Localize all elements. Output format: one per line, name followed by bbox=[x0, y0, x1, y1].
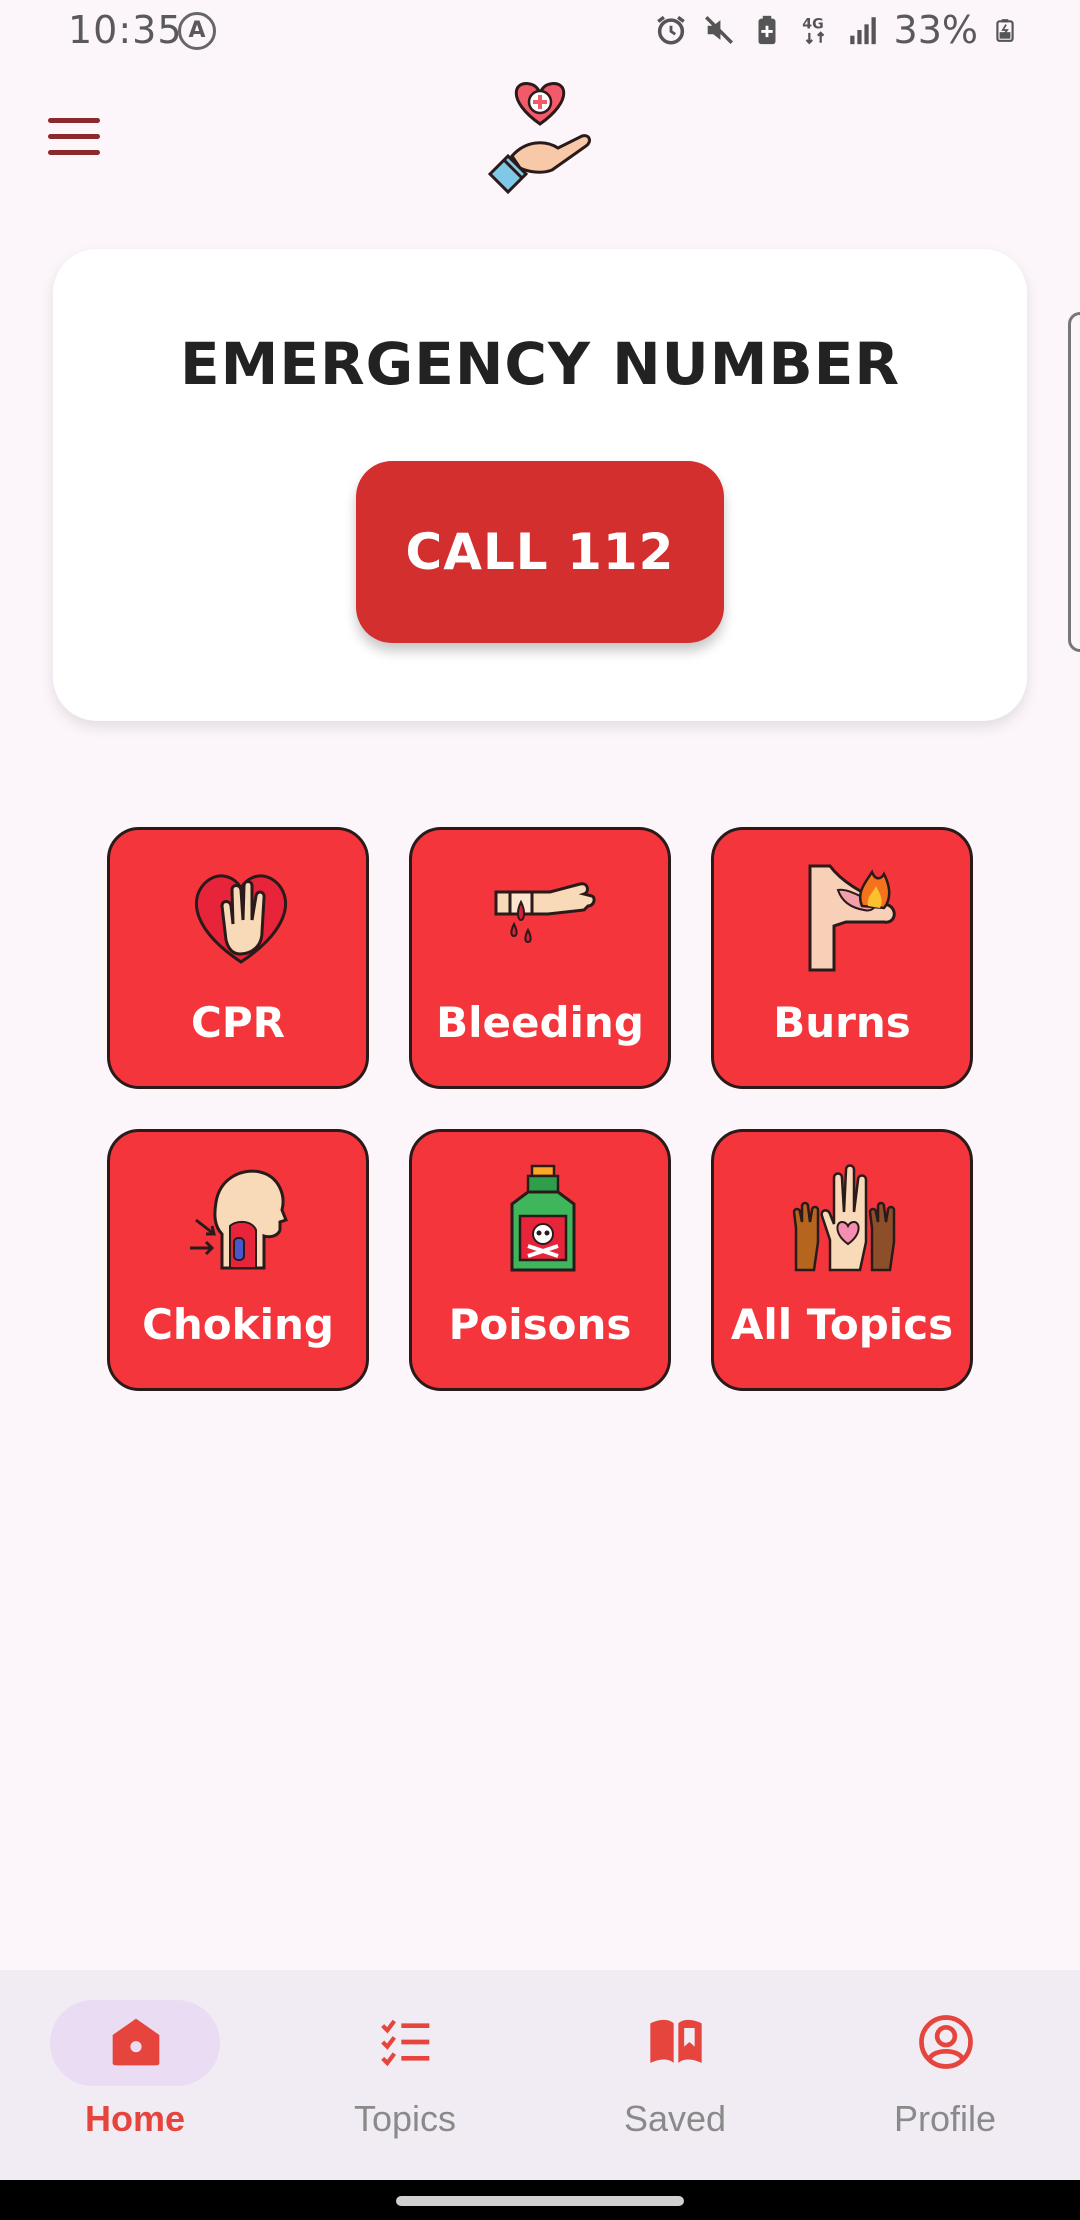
topic-tile-bleeding[interactable]: Bleeding bbox=[409, 827, 671, 1089]
topic-tile-all-topics[interactable]: All Topics bbox=[711, 1129, 973, 1391]
topic-tile-burns[interactable]: Burns bbox=[711, 827, 973, 1089]
heart-hand-icon bbox=[195, 874, 287, 964]
battery-saver-icon bbox=[758, 15, 776, 45]
signal-icon bbox=[849, 17, 876, 45]
menu-button[interactable] bbox=[48, 118, 100, 158]
topic-tile-poisons[interactable]: Poisons bbox=[409, 1129, 671, 1391]
heart-hand-logo-icon bbox=[487, 82, 591, 195]
topic-label: All Topics bbox=[730, 1300, 954, 1349]
topic-tile-choking[interactable]: Choking bbox=[107, 1129, 369, 1391]
topic-label: Poisons bbox=[448, 1300, 632, 1349]
poison-bottle-icon bbox=[510, 1164, 576, 1272]
4g-icon: 4G bbox=[802, 17, 824, 45]
nav-saved[interactable]: Saved bbox=[540, 1970, 810, 2180]
mute-icon bbox=[704, 15, 733, 45]
home-icon bbox=[112, 2018, 160, 2066]
emergency-title: EMERGENCY NUMBER bbox=[180, 330, 900, 398]
status-icons: 4G 33% bbox=[654, 8, 1018, 52]
topic-label: Burns bbox=[773, 998, 911, 1047]
accessibility-icon: A bbox=[178, 12, 216, 50]
topic-label: CPR bbox=[191, 998, 285, 1047]
battery-percent: 33% bbox=[893, 8, 978, 52]
nav-label: Topics bbox=[353, 2098, 457, 2139]
alarm-icon bbox=[656, 15, 685, 45]
topic-label: Bleeding bbox=[436, 998, 644, 1047]
nav-home[interactable]: Home bbox=[0, 1970, 270, 2180]
nav-topics[interactable]: Topics bbox=[270, 1970, 540, 2180]
burn-arm-icon bbox=[808, 864, 896, 972]
screen: 10:35 A 4G 33% EMERGENCY NUMBER CALL 112 bbox=[0, 0, 1080, 2220]
nav-profile[interactable]: Profile bbox=[810, 1970, 1080, 2180]
status-bar: 10:35 A 4G 33% bbox=[0, 0, 1080, 64]
status-time: 10:35 bbox=[68, 8, 183, 52]
hamburger-menu-icon bbox=[48, 118, 100, 123]
topic-label: Choking bbox=[142, 1300, 334, 1349]
nav-label: Home bbox=[84, 2098, 186, 2139]
bleeding-hand-icon bbox=[494, 882, 596, 944]
nav-label: Profile bbox=[893, 2098, 997, 2139]
battery-icon bbox=[996, 19, 1014, 42]
call-emergency-button[interactable]: CALL 112 bbox=[356, 461, 724, 643]
nav-label: Saved bbox=[623, 2098, 727, 2139]
raised-hands-icon bbox=[792, 1164, 896, 1272]
scroll-edge-handle[interactable] bbox=[1068, 312, 1080, 652]
choking-throat-icon bbox=[190, 1169, 288, 1270]
topic-tile-cpr[interactable]: CPR bbox=[107, 827, 369, 1089]
svg-text:4G: 4G bbox=[802, 17, 823, 33]
profile-icon bbox=[919, 2015, 973, 2069]
checklist-icon bbox=[381, 2019, 430, 2067]
home-indicator[interactable] bbox=[396, 2196, 684, 2206]
bottom-nav: Home Topics Saved Profile bbox=[0, 1970, 1080, 2180]
bookmark-book-icon bbox=[650, 2019, 702, 2063]
